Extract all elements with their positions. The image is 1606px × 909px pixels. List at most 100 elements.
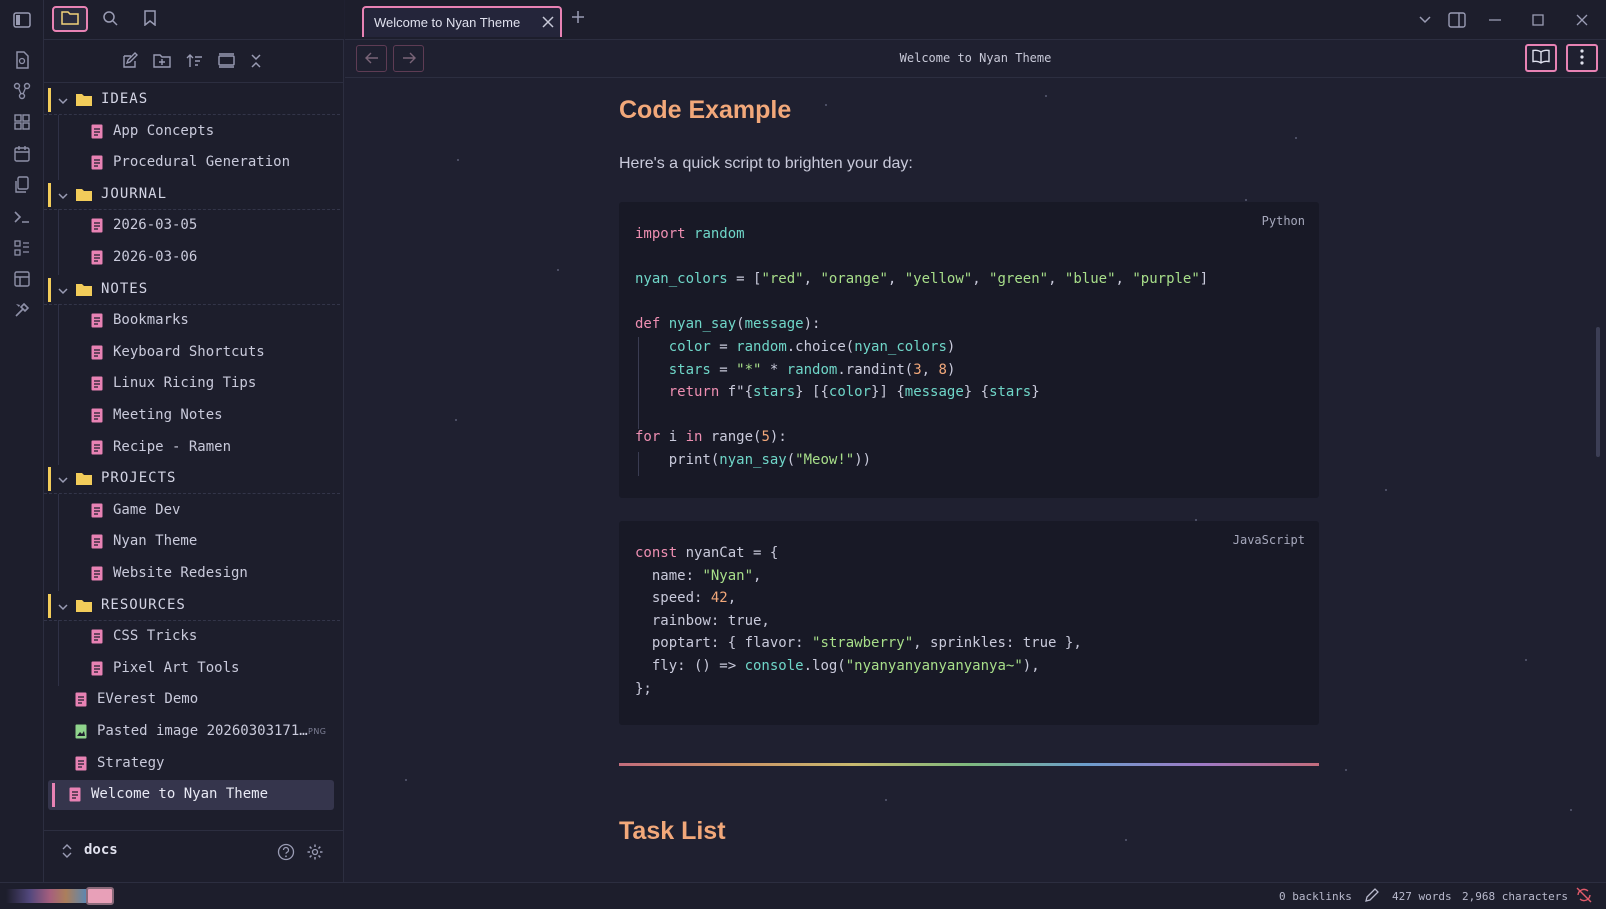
file-explorer-tab[interactable] (52, 6, 88, 32)
view-title[interactable]: Welcome to Nyan Theme (345, 51, 1606, 65)
file-label: Strategy (97, 754, 165, 771)
auto-reveal-button[interactable] (214, 50, 238, 74)
file-item[interactable]: Strategy (44, 749, 340, 779)
collapse-all-button[interactable] (244, 50, 268, 74)
file-item[interactable]: Game Dev (44, 493, 340, 528)
minimize-icon[interactable] (1485, 10, 1505, 30)
file-item[interactable]: Linux Ricing Tips (44, 367, 340, 402)
code-language-label: Python (1261, 214, 1305, 228)
file-label: 2026-03-06 (113, 249, 198, 265)
code-line: import random (635, 226, 745, 242)
file-label: Welcome to Nyan Theme (91, 786, 269, 803)
scrollbar-thumb[interactable] (1596, 327, 1600, 457)
tree-indent-guide (58, 241, 59, 275)
new-tab-plus-icon[interactable] (571, 10, 585, 27)
chevron-up-down-icon[interactable] (62, 843, 72, 862)
code-line: print(nyan_say("Meow!")) (635, 452, 872, 468)
file-item[interactable]: Pixel Art Tools (44, 651, 340, 686)
file-item[interactable]: Recipe - Ramen (44, 430, 340, 465)
bases-icon[interactable] (10, 236, 34, 260)
file-item[interactable]: Nyan Theme (44, 525, 340, 560)
vault-name[interactable]: docs (84, 842, 118, 858)
file-item[interactable]: Procedural Generation (44, 146, 340, 181)
window-close-icon[interactable] (1572, 10, 1592, 30)
file-label: Meeting Notes (113, 407, 223, 423)
file-label: Nyan Theme (113, 533, 198, 550)
new-folder-button[interactable] (150, 50, 174, 74)
star-dot (1045, 95, 1047, 97)
bookmarks-tab[interactable] (132, 6, 168, 32)
reading-view-button[interactable] (1525, 44, 1557, 72)
folder-accent-bar (48, 593, 51, 618)
backlinks-count[interactable]: 0 backlinks (1279, 890, 1352, 903)
maximize-icon[interactable] (1528, 10, 1548, 30)
tab-list-chevron-down-icon[interactable] (1415, 10, 1435, 30)
file-item[interactable]: Keyboard Shortcuts (44, 335, 340, 370)
status-bar: 0 backlinks 427 words 2,968 characters (0, 882, 1606, 909)
chevron-down-icon[interactable] (58, 599, 68, 615)
canvas-icon[interactable] (10, 110, 34, 134)
star-dot (405, 779, 407, 781)
folder-icon (75, 599, 93, 617)
tab-welcome[interactable]: Welcome to Nyan Theme (362, 6, 562, 37)
tree-indent-guide (58, 430, 59, 465)
star-dot (1295, 137, 1297, 139)
folder-item-notes[interactable]: NOTES (44, 275, 340, 305)
file-item[interactable]: Bookmarks (44, 304, 340, 339)
note-file-icon (91, 124, 103, 143)
file-item[interactable]: CSS Tricks (44, 620, 340, 655)
chevron-down-icon[interactable] (58, 188, 68, 204)
folder-accent-bar (48, 277, 51, 302)
character-count: 2,968 characters (1462, 890, 1568, 903)
sort-button[interactable] (182, 50, 206, 74)
help-icon[interactable] (275, 841, 297, 863)
note-content[interactable]: Code Example Here's a quick script to br… (345, 79, 1606, 882)
folder-item-ideas[interactable]: IDEAS (44, 85, 340, 115)
file-label: Recipe - Ramen (113, 438, 232, 455)
code-block-javascript[interactable]: JavaScript const nyanCat = { name: "Nyan… (619, 521, 1319, 725)
file-open-icon[interactable] (10, 48, 34, 72)
file-item[interactable]: EVerest Demo (44, 685, 340, 715)
folder-accent-bar (48, 88, 51, 112)
star-dot (1385, 489, 1387, 491)
code-block-python[interactable]: Python import random nyan_colors = ["red"… (619, 202, 1319, 498)
folder-item-projects[interactable]: PROJECTS (44, 464, 340, 495)
note-file-icon (91, 345, 103, 364)
calendar-icon[interactable] (10, 142, 34, 166)
terminal-icon[interactable] (10, 205, 34, 229)
sidebar-toggle-icon[interactable] (10, 8, 34, 32)
file-item-active[interactable]: Welcome to Nyan Theme (48, 780, 334, 811)
folder-label: NOTES (101, 280, 149, 297)
file-item[interactable]: 2026-03-06 (44, 241, 340, 275)
file-item[interactable]: App Concepts (44, 114, 340, 149)
star-dot (455, 419, 457, 421)
collapse-icon (249, 53, 263, 72)
templates-icon[interactable] (10, 173, 34, 197)
folder-item-resources[interactable]: RESOURCES (44, 591, 340, 621)
settings-gear-icon[interactable] (304, 841, 326, 863)
pencil-icon[interactable] (1364, 888, 1379, 906)
star-dot (1125, 839, 1127, 841)
code-line: poptart: { flavor: "strawberry", sprinkl… (635, 635, 1082, 652)
graph-icon[interactable] (10, 79, 34, 103)
folder-item-journal[interactable]: JOURNAL (44, 180, 340, 210)
file-item[interactable]: 2026-03-05 (44, 209, 340, 244)
sync-off-icon[interactable] (1576, 887, 1592, 906)
chevron-down-icon[interactable] (58, 472, 68, 488)
theme-tools-icon[interactable] (10, 298, 34, 322)
tree-indent-guide (58, 399, 59, 433)
close-icon[interactable] (542, 15, 554, 31)
right-sidebar-toggle-icon[interactable] (1447, 10, 1467, 30)
file-explorer: IDEAS App Concepts Procedural Generation JO… (44, 40, 344, 882)
more-options-button[interactable] (1566, 44, 1598, 72)
search-tab[interactable] (92, 6, 128, 32)
chevron-down-icon[interactable] (58, 283, 68, 299)
note-file-icon (91, 629, 103, 648)
layout-icon[interactable] (10, 267, 34, 291)
file-item[interactable]: Pasted image 20260303171… PNG (44, 717, 340, 747)
chevron-down-icon[interactable] (58, 93, 68, 109)
file-item[interactable]: Meeting Notes (44, 399, 340, 433)
new-note-button[interactable] (118, 50, 142, 74)
tree-indent-guide (58, 209, 59, 244)
file-item[interactable]: Website Redesign (44, 557, 340, 591)
